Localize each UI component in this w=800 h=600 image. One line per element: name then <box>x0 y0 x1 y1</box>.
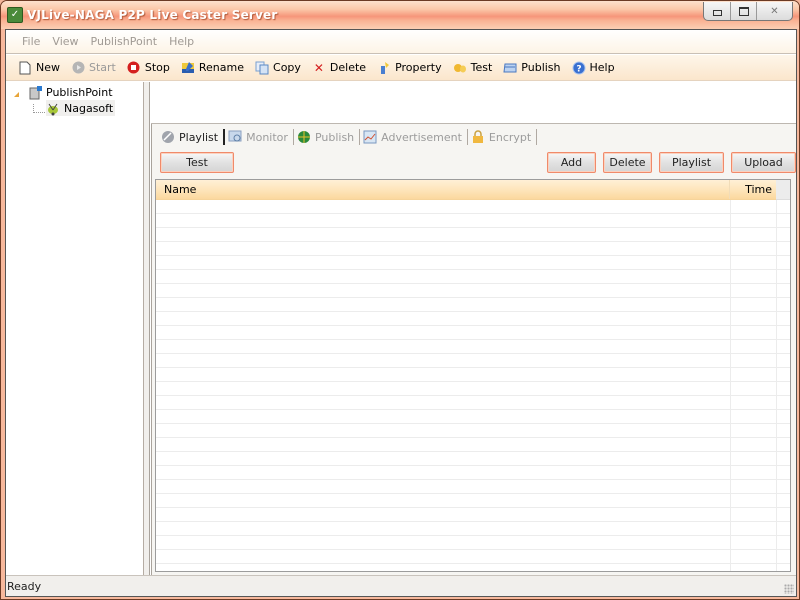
tab-control: Playlist Monitor Publish Advertisement E… <box>151 124 796 575</box>
copy-icon <box>255 61 269 75</box>
upload-button[interactable]: Upload <box>731 152 796 173</box>
playlist-grid[interactable]: Name Time <box>155 179 791 572</box>
info-area <box>151 82 796 124</box>
start-icon <box>71 61 85 75</box>
help-icon: ? <box>572 61 586 75</box>
copy-button[interactable]: Copy <box>255 61 301 75</box>
restore-button[interactable] <box>730 2 756 20</box>
test-icon <box>453 61 467 75</box>
tree-node-nagasoft[interactable]: Nagasoft <box>46 100 116 116</box>
detail-panel: Playlist Monitor Publish Advertisement E… <box>151 82 796 575</box>
property-label: Property <box>395 61 442 74</box>
toolbar: New Start Stop Rename Copy ✕ Delete Prop… <box>6 55 796 81</box>
delete-icon: ✕ <box>313 60 324 75</box>
minimize-button[interactable] <box>704 2 730 20</box>
menu-publishpoint[interactable]: PublishPoint <box>91 35 158 48</box>
resize-grip-icon[interactable] <box>784 584 794 594</box>
tab-label: Monitor <box>246 130 288 144</box>
tree-node-label: Nagasoft <box>64 101 114 115</box>
svg-text:?: ? <box>576 64 581 74</box>
publish-icon <box>503 61 517 75</box>
panel-splitter[interactable] <box>144 82 150 575</box>
tree-node-publishpoint[interactable]: PublishPoint <box>28 84 113 100</box>
column-header-name[interactable]: Name <box>156 180 730 199</box>
menu-file[interactable]: File <box>22 35 40 48</box>
title-bar[interactable]: ✓ VJLive-NAGA P2P Live Caster Server ✕ <box>1 1 799 29</box>
close-icon: ✕ <box>770 5 779 17</box>
new-label: New <box>36 61 60 74</box>
client-area: File View PublishPoint Help New Start St… <box>5 29 797 597</box>
start-label: Start <box>89 61 116 74</box>
property-icon <box>377 61 391 75</box>
broadcast-icon <box>46 101 60 115</box>
grid-header: Name Time <box>156 180 776 200</box>
publish-label: Publish <box>521 61 561 74</box>
menu-bar: File View PublishPoint Help <box>6 30 796 54</box>
tab-strip: Playlist Monitor Publish Advertisement E… <box>158 127 538 147</box>
rename-button[interactable]: Rename <box>181 61 244 75</box>
header-filler <box>776 180 790 200</box>
tab-encrypt[interactable]: Encrypt <box>468 129 538 145</box>
start-button[interactable]: Start <box>71 61 116 75</box>
tab-label: Publish <box>314 130 355 144</box>
app-window: ✓ VJLive-NAGA P2P Live Caster Server ✕ F… <box>0 0 800 600</box>
tab-playlist[interactable]: Playlist <box>158 129 226 145</box>
playlist-icon <box>161 130 175 144</box>
tree-node-label: PublishPoint <box>46 85 113 99</box>
help-label: Help <box>589 61 615 74</box>
tab-publish[interactable]: Publish <box>294 129 361 145</box>
menu-help[interactable]: Help <box>169 35 194 48</box>
playlist-button[interactable]: Playlist <box>659 152 724 173</box>
lock-icon <box>471 130 485 144</box>
delete-button[interactable]: ✕ Delete <box>312 61 366 75</box>
test-label: Test <box>470 61 493 74</box>
new-document-icon <box>18 61 32 75</box>
monitor-icon <box>228 130 242 144</box>
app-logo-icon: ✓ <box>7 7 23 23</box>
add-button[interactable]: Add <box>547 152 596 173</box>
tree-connector <box>33 104 45 113</box>
server-icon <box>28 85 42 99</box>
column-divider <box>776 200 777 571</box>
status-text: Ready <box>7 580 42 593</box>
copy-label: Copy <box>273 61 301 74</box>
delete-label: Delete <box>329 61 367 74</box>
property-button[interactable]: Property <box>377 61 442 75</box>
tab-advertisement[interactable]: Advertisement <box>360 129 468 145</box>
publishpoint-tree: PublishPoint Nagasoft <box>6 82 144 575</box>
grid-rows <box>156 200 790 571</box>
test-playlist-button[interactable]: Test <box>160 152 234 173</box>
help-button[interactable]: ? Help <box>572 61 615 75</box>
stop-button[interactable]: Stop <box>127 61 170 75</box>
column-divider <box>730 200 731 571</box>
new-button[interactable]: New <box>18 61 60 75</box>
column-header-time[interactable]: Time <box>730 180 776 199</box>
restore-icon <box>738 6 749 16</box>
advertisement-icon <box>363 130 377 144</box>
expand-arrow-icon[interactable] <box>14 92 19 97</box>
test-button[interactable]: Test <box>453 61 493 75</box>
stop-label: Stop <box>144 61 170 74</box>
delete-item-button[interactable]: Delete <box>603 152 652 173</box>
globe-icon <box>297 130 311 144</box>
tab-label: Encrypt <box>488 130 532 144</box>
window-controls: ✕ <box>703 2 793 21</box>
tab-label: Advertisement <box>381 130 462 144</box>
rename-icon <box>181 61 195 75</box>
minimize-icon <box>712 10 722 16</box>
menu-view[interactable]: View <box>52 35 78 48</box>
tab-label: Playlist <box>179 130 219 144</box>
rename-label: Rename <box>198 61 245 74</box>
window-title: VJLive-NAGA P2P Live Caster Server <box>27 8 278 22</box>
stop-icon <box>127 61 141 75</box>
close-button[interactable]: ✕ <box>756 2 792 20</box>
publish-button[interactable]: Publish <box>503 61 561 75</box>
tab-monitor[interactable]: Monitor <box>225 129 294 145</box>
status-bar: Ready <box>6 575 796 596</box>
